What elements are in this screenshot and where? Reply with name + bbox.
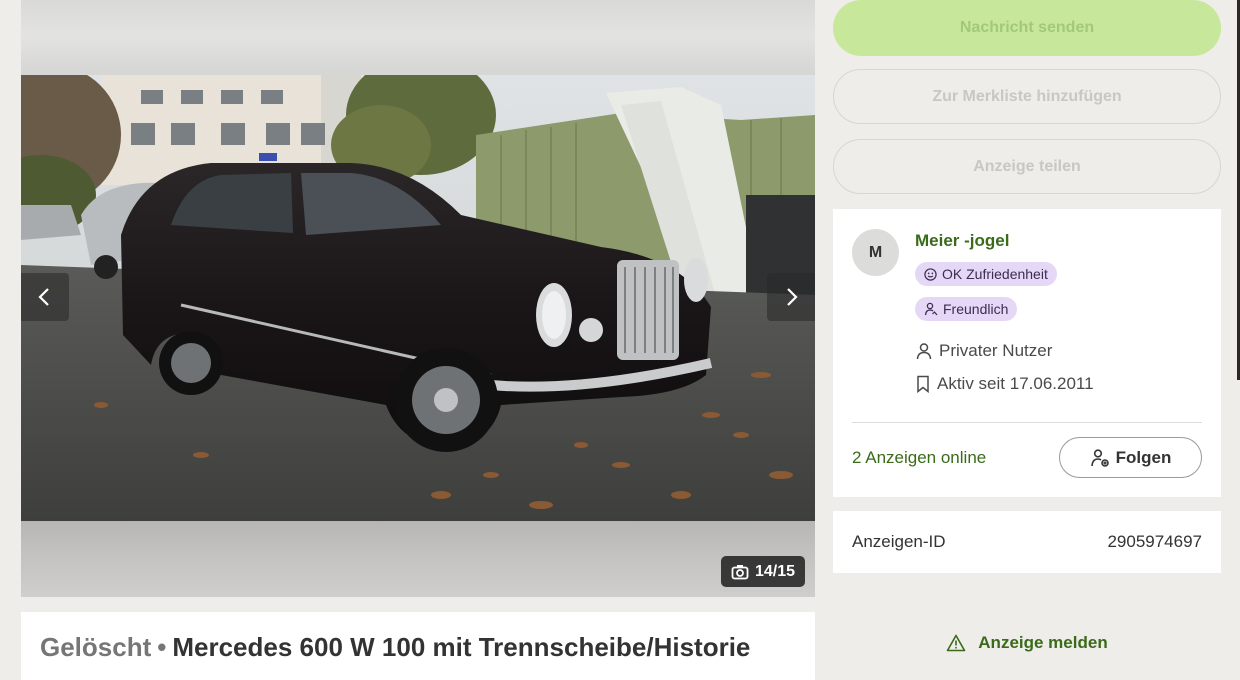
satisfaction-badge: OK Zufriedenheit bbox=[915, 262, 1057, 286]
gallery-prev-button[interactable] bbox=[21, 273, 69, 321]
user-icon bbox=[916, 343, 932, 360]
seller-active-since-label: Aktiv seit 17.06.2011 bbox=[937, 374, 1094, 393]
listing-title-bar: Gelöscht • Mercedes 600 W 100 mit Trennsch… bbox=[21, 612, 815, 680]
seller-type-label: Privater Nutzer bbox=[939, 341, 1053, 360]
warning-icon bbox=[946, 634, 966, 652]
divider bbox=[852, 422, 1202, 423]
seller-type: Privater Nutzer bbox=[915, 341, 1052, 361]
seller-ads-online-link[interactable]: 2 Anzeigen online bbox=[852, 448, 986, 468]
follow-button[interactable]: Folgen bbox=[1059, 437, 1202, 478]
title-separator: • bbox=[157, 632, 167, 662]
camera-icon bbox=[731, 564, 749, 579]
image-counter-text: 14/15 bbox=[754, 562, 795, 580]
seller-active-since: Aktiv seit 17.06.2011 bbox=[915, 374, 1094, 394]
report-ad-link[interactable]: Anzeige melden bbox=[833, 630, 1221, 656]
smile-icon bbox=[924, 267, 937, 281]
send-message-button[interactable]: Nachricht senden bbox=[833, 0, 1221, 56]
chevron-left-icon bbox=[38, 288, 49, 306]
follow-button-label: Folgen bbox=[1115, 447, 1172, 467]
friendly-badge: Freundlich bbox=[915, 297, 1018, 321]
seller-name-link[interactable]: Meier -jogel bbox=[915, 231, 1009, 251]
satisfaction-badge-label: OK Zufriedenheit bbox=[942, 266, 1048, 282]
image-counter: 14/15 bbox=[720, 556, 805, 587]
page-title: Mercedes 600 W 100 mit Trennscheibe/Hist… bbox=[172, 632, 751, 662]
avatar: M bbox=[852, 229, 899, 276]
follow-user-icon bbox=[1090, 448, 1109, 467]
add-to-watchlist-button[interactable]: Zur Merkliste hinzufügen bbox=[833, 69, 1221, 124]
friendly-user-icon bbox=[924, 302, 938, 316]
chevron-right-icon bbox=[787, 288, 798, 306]
listing-photo[interactable] bbox=[21, 75, 815, 521]
ad-id-value: 2905974697 bbox=[1107, 532, 1202, 551]
report-ad-label: Anzeige melden bbox=[978, 633, 1108, 652]
gallery-backdrop bbox=[21, 521, 815, 597]
seller-card: M Meier -jogel OK Zufriedenheit Freundli… bbox=[833, 209, 1221, 497]
bookmark-icon bbox=[917, 375, 929, 393]
ad-id-row: Anzeigen-ID 2905974697 bbox=[833, 511, 1221, 573]
friendly-badge-label: Freundlich bbox=[943, 301, 1009, 317]
car-photo-illustration bbox=[21, 75, 815, 521]
ad-id-label: Anzeigen-ID bbox=[852, 532, 946, 551]
image-gallery[interactable]: 14/15 bbox=[21, 0, 815, 597]
listing-status: Gelöscht bbox=[40, 632, 152, 662]
share-ad-button[interactable]: Anzeige teilen bbox=[833, 139, 1221, 194]
gallery-next-button[interactable] bbox=[767, 273, 815, 321]
